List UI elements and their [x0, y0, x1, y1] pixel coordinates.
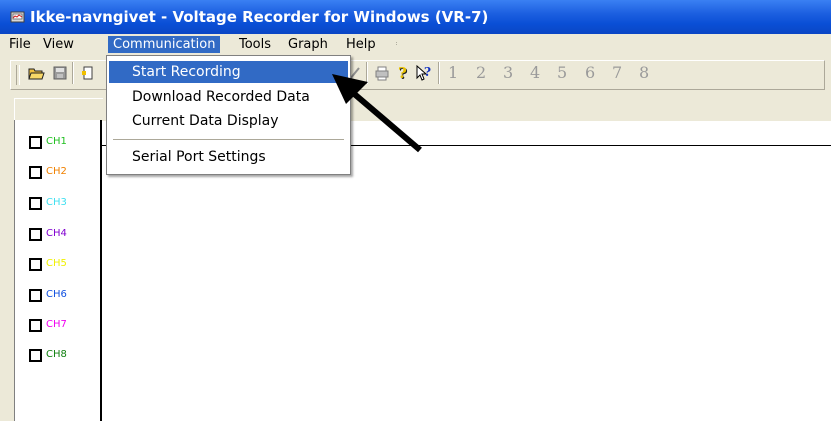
channel-checkbox[interactable]	[29, 319, 42, 332]
menu-overflow-grip	[396, 42, 400, 45]
channel-checkbox[interactable]	[29, 349, 42, 362]
channel-item-ch5[interactable]: CH5	[29, 257, 99, 273]
channel-panel-header	[14, 98, 103, 121]
channel-checkbox[interactable]	[29, 289, 42, 302]
menu-item-label: Serial Port Settings	[132, 149, 266, 165]
channel-label: CH1	[46, 136, 67, 147]
menu-separator	[113, 139, 344, 140]
menu-item-label: Current Data Display	[132, 113, 279, 129]
new-document-icon[interactable]	[78, 62, 98, 84]
pointer-arrow-icon	[332, 74, 422, 153]
channel-item-ch3[interactable]: CH3	[29, 196, 99, 212]
channel-button-2[interactable]: 2	[476, 63, 486, 82]
menu-item-label: Start Recording	[132, 64, 241, 80]
toolbar-separator	[72, 62, 74, 84]
channel-label: CH5	[46, 258, 67, 269]
menu-file[interactable]: File	[4, 36, 36, 53]
channel-item-ch6[interactable]: CH6	[29, 288, 99, 304]
channel-label: CH6	[46, 289, 67, 300]
menu-item-label: Download Recorded Data	[132, 89, 310, 105]
window-title: Ikke-navngivet - Voltage Recorder for Wi…	[30, 8, 489, 26]
menu-view[interactable]: View	[38, 36, 79, 53]
channel-checkbox[interactable]	[29, 166, 42, 179]
channel-label: CH4	[46, 228, 67, 239]
window-left-margin	[0, 95, 14, 421]
channel-button-5[interactable]: 5	[557, 63, 567, 82]
channel-panel-border	[14, 120, 15, 421]
channel-label: CH7	[46, 319, 67, 330]
channel-checkbox[interactable]	[29, 228, 42, 241]
channel-button-3[interactable]: 3	[503, 63, 513, 82]
app-icon	[10, 11, 25, 23]
channel-checkbox[interactable]	[29, 136, 42, 149]
channel-button-4[interactable]: 4	[530, 63, 540, 82]
channel-item-ch4[interactable]: CH4	[29, 227, 99, 243]
title-bar[interactable]: Ikke-navngivet - Voltage Recorder for Wi…	[0, 0, 831, 34]
channel-label: CH2	[46, 166, 67, 177]
channel-button-8[interactable]: 8	[639, 63, 649, 82]
menu-communication[interactable]: Communication	[108, 36, 221, 53]
channel-button-6[interactable]: 6	[585, 63, 595, 82]
channel-checkbox[interactable]	[29, 197, 42, 210]
channel-checkbox[interactable]	[29, 258, 42, 271]
menu-item-current-data-display[interactable]: Current Data Display	[109, 110, 348, 132]
menu-tools[interactable]: Tools	[234, 36, 276, 53]
toolbar-grip[interactable]	[16, 65, 20, 85]
menu-bar: File View Communication Tools Graph Help	[0, 34, 831, 55]
save-icon[interactable]	[50, 62, 70, 84]
channel-item-ch2[interactable]: CH2	[29, 165, 99, 181]
open-folder-icon[interactable]	[26, 62, 46, 84]
channel-item-ch1[interactable]: CH1	[29, 135, 99, 151]
channel-label: CH3	[46, 197, 67, 208]
channel-button-7[interactable]: 7	[612, 63, 622, 82]
menu-help[interactable]: Help	[341, 36, 381, 53]
menu-item-serial-port-settings[interactable]: Serial Port Settings	[109, 146, 348, 168]
channel-item-ch7[interactable]: CH7	[29, 318, 99, 334]
channel-item-ch8[interactable]: CH8	[29, 348, 99, 364]
channel-label: CH8	[46, 349, 67, 360]
communication-menu-dropdown: Start Recording Download Recorded Data C…	[106, 55, 351, 175]
menu-item-download-recorded-data[interactable]: Download Recorded Data	[109, 86, 348, 108]
menu-graph[interactable]: Graph	[283, 36, 333, 53]
menu-item-start-recording[interactable]: Start Recording	[109, 61, 348, 83]
